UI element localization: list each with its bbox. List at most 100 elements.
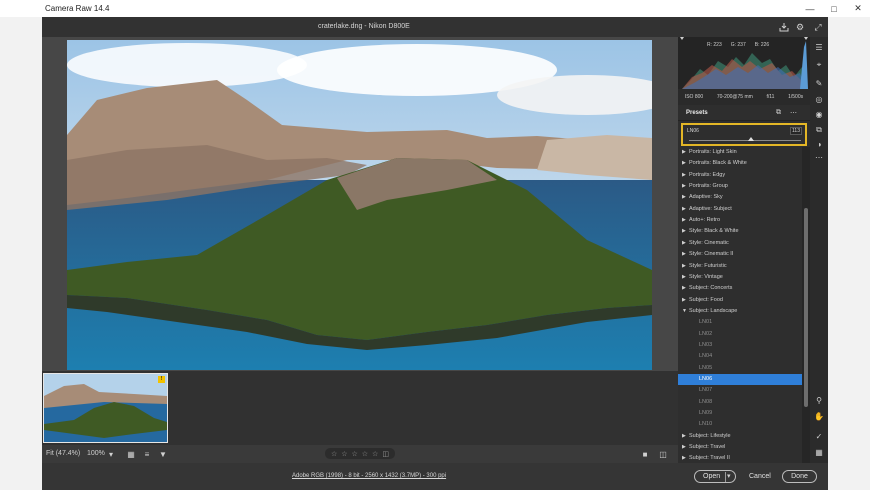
preset-item[interactable]: LN04 (678, 351, 802, 362)
chevron-right-icon[interactable]: ▶ (682, 181, 686, 192)
main-photo (67, 40, 652, 370)
before-after-icon[interactable]: ◫ (658, 449, 668, 459)
preset-group[interactable]: ▶ Style: Cinematic (678, 238, 802, 249)
chevron-right-icon[interactable]: ▶ (682, 442, 686, 453)
zoom-icon[interactable]: ⚲ (813, 394, 825, 406)
chevron-right-icon[interactable]: ▶ (682, 261, 686, 272)
preset-item[interactable]: LN01 (678, 317, 802, 328)
chevron-right-icon[interactable]: ▶ (682, 431, 686, 442)
preset-item[interactable]: LN05 (678, 363, 802, 374)
chevron-right-icon[interactable]: ▶ (682, 283, 686, 294)
single-view-icon[interactable]: ■ (640, 449, 650, 459)
snapshots-icon[interactable]: ⧉ (813, 124, 825, 136)
minimize-icon[interactable]: — (798, 0, 822, 17)
image-canvas[interactable] (42, 37, 678, 371)
preset-item-label: LN04 (699, 353, 713, 360)
preset-item[interactable]: LN10 (678, 419, 802, 430)
sort-icon[interactable]: ≡ (142, 449, 152, 459)
chevron-right-icon[interactable]: ▶ (682, 295, 686, 306)
chevron-right-icon[interactable]: ▶ (682, 204, 686, 215)
preset-item[interactable]: LN02 (678, 329, 802, 340)
amount-slider-track[interactable] (689, 140, 801, 141)
preset-group[interactable]: ▶ Subject: Lifestyle (678, 431, 802, 442)
fit-zoom-label[interactable]: Fit (47.4%) (46, 450, 80, 457)
preset-group[interactable]: ▶ Style: Black & White (678, 226, 802, 237)
preset-group-label: Subject: Landscape (689, 307, 738, 314)
chevron-down-icon[interactable]: ▾ (106, 449, 116, 459)
amount-slider-handle[interactable] (747, 137, 754, 141)
chevron-right-icon[interactable]: ▶ (682, 238, 686, 249)
cancel-button[interactable]: Cancel (749, 473, 771, 480)
grid-icon[interactable]: ▦ (813, 446, 825, 458)
histogram: R: 223 G: 237 B: 226 (678, 37, 810, 89)
filter-icon[interactable]: ▼ (158, 449, 168, 459)
workflow-options-link[interactable]: Adobe RGB (1998) - 8 bit - 2560 x 1432 (… (292, 473, 446, 479)
preset-item[interactable]: LN03 (678, 340, 802, 351)
preset-amount-value[interactable]: 113 (790, 127, 802, 135)
preset-group[interactable]: ▼ Subject: Landscape (678, 306, 802, 317)
preset-group[interactable]: ▶ Style: Cinematic II (678, 249, 802, 260)
preset-group[interactable]: ▶ Subject: Travel (678, 442, 802, 453)
star-icon[interactable]: ☆ (341, 450, 347, 458)
more-tools-icon[interactable]: ⋯ (813, 151, 825, 163)
chevron-right-icon[interactable]: ▶ (682, 226, 686, 237)
chevron-right-icon[interactable]: ▶ (682, 158, 686, 169)
preset-item[interactable]: LN07 (678, 385, 802, 396)
star-icon[interactable]: ☆ (352, 450, 358, 458)
chevron-down-icon[interactable]: ▼ (682, 306, 687, 317)
preset-group[interactable]: ▶ Auto+: Retro (678, 215, 802, 226)
presets-icon[interactable]: ◑ (813, 138, 825, 150)
star-icon[interactable]: ☆ (331, 450, 337, 458)
preset-group[interactable]: ▶ Subject: Travel II (678, 453, 802, 463)
chevron-right-icon[interactable]: ▶ (682, 147, 686, 158)
chevron-right-icon[interactable]: ▶ (682, 215, 686, 226)
masking-icon[interactable]: ◎ (813, 93, 825, 105)
chevron-down-icon[interactable]: ▾ (727, 472, 731, 480)
crop-icon[interactable]: ⌖ (813, 59, 825, 71)
preset-group[interactable]: ▶ Style: Futuristic (678, 261, 802, 272)
preset-group[interactable]: ▶ Portraits: Group (678, 181, 802, 192)
preset-group[interactable]: ▶ Adaptive: Sky (678, 192, 802, 203)
iso-value: ISO 800 (684, 94, 704, 100)
preset-group[interactable]: ▶ Portraits: Black & White (678, 158, 802, 169)
hand-icon[interactable]: ✋ (813, 410, 825, 422)
preset-scrollbar[interactable] (802, 147, 810, 463)
new-preset-icon[interactable]: ⧉ (776, 109, 781, 117)
star-icon[interactable]: ☆ (372, 450, 378, 458)
trash-icon[interactable]: ◫ (382, 450, 389, 458)
zoom-level[interactable]: 100% (87, 450, 105, 457)
red-eye-icon[interactable]: ◉ (813, 108, 825, 120)
close-icon[interactable]: ✕ (846, 0, 870, 17)
preset-item[interactable]: LN09 (678, 408, 802, 419)
preset-group[interactable]: ▶ Adaptive: Subject (678, 204, 802, 215)
preset-group[interactable]: ▶ Subject: Concerts (678, 283, 802, 294)
gear-icon[interactable]: ⚙ (794, 21, 806, 33)
done-button[interactable]: Done (782, 470, 817, 483)
chevron-right-icon[interactable]: ▶ (682, 272, 686, 283)
preset-group[interactable]: ▶ Subject: Food (678, 295, 802, 306)
maximize-icon[interactable]: □ (822, 0, 846, 17)
preset-group-label: Style: Futuristic (689, 262, 727, 269)
save-icon[interactable] (778, 21, 790, 33)
star-icon[interactable]: ☆ (362, 450, 368, 458)
filmstrip-view-icon[interactable]: ▦ (126, 449, 136, 459)
chevron-right-icon[interactable]: ▶ (682, 170, 686, 181)
healing-brush-icon[interactable]: ✎ (813, 77, 825, 89)
preset-group[interactable]: ▶ Portraits: Edgy (678, 170, 802, 181)
preset-item[interactable]: LN06 (678, 374, 802, 385)
preset-group[interactable]: ▶ Style: Vintage (678, 272, 802, 283)
preset-item[interactable]: LN08 (678, 397, 802, 408)
preset-group-label: Portraits: Edgy (689, 171, 726, 178)
chevron-right-icon[interactable]: ▶ (682, 192, 686, 203)
eyedropper-icon[interactable]: ✓ (813, 430, 825, 442)
chevron-right-icon[interactable]: ▶ (682, 453, 686, 463)
chevron-right-icon[interactable]: ▶ (682, 249, 686, 260)
preset-group[interactable]: ▶ Portraits: Light Skin (678, 147, 802, 158)
more-options-icon[interactable]: ⋯ (790, 109, 797, 117)
scrollbar-thumb[interactable] (804, 208, 808, 407)
preset-group-label: Subject: Travel II (689, 455, 730, 462)
preset-group-label: Style: Black & White (689, 228, 739, 235)
filmstrip-thumbnail[interactable]: ! (43, 373, 168, 443)
edit-sliders-icon[interactable]: ☰ (813, 41, 825, 53)
fullscreen-icon[interactable]: ⤢ (812, 21, 824, 33)
